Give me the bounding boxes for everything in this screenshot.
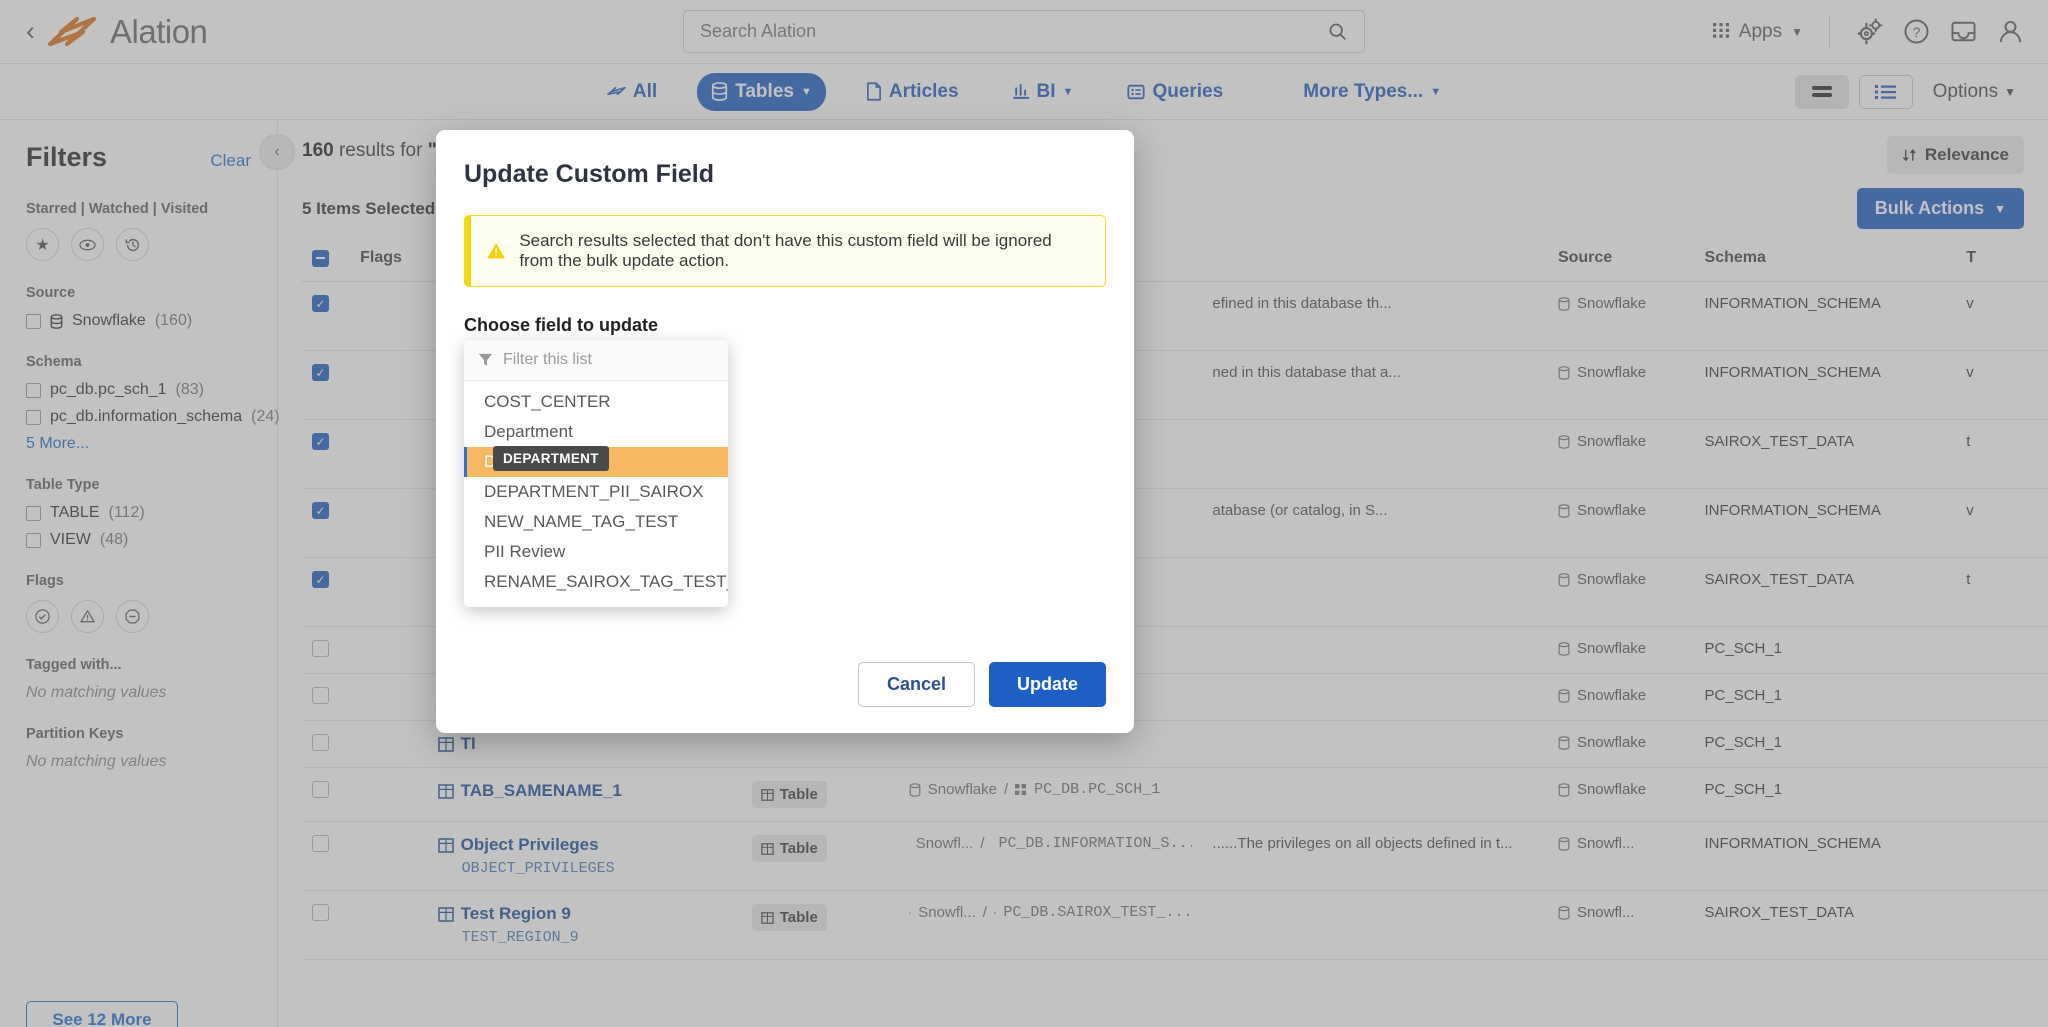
dropdown-filter-input[interactable]: Filter this list [503, 351, 592, 369]
choose-field-label: Choose field to update [464, 315, 659, 335]
modal-footer: Cancel Update [464, 628, 1106, 733]
field-dropdown-list: Filter this list COST_CENTER Department … [464, 340, 728, 607]
modal-warning-banner: Search results selected that don't have … [464, 215, 1106, 287]
dropdown-option-department-pii-sairox[interactable]: DEPARTMENT_PII_SAIROX [464, 477, 728, 507]
warning-triangle-icon [487, 243, 505, 259]
update-custom-field-modal: Update Custom Field Search results selec… [436, 130, 1134, 733]
dropdown-option-department-lower[interactable]: Department [464, 417, 728, 447]
dropdown-option-cost-center[interactable]: COST_CENTER [464, 387, 728, 417]
update-button[interactable]: Update [988, 662, 1106, 707]
dropdown-filter-row[interactable]: Filter this list [464, 340, 728, 381]
cancel-button[interactable]: Cancel [857, 662, 975, 707]
modal-title: Update Custom Field [464, 160, 715, 188]
dropdown-tooltip: DEPARTMENT [493, 446, 609, 471]
app-root: ‹ Alation Search Alation Apps ▼ ? All Ta… [0, 0, 2048, 1027]
dropdown-options: COST_CENTER Department DEPARTMENT DEPART… [464, 381, 728, 607]
dropdown-option-pii-review[interactable]: PII Review [464, 537, 728, 567]
funnel-icon [478, 353, 493, 366]
dropdown-option-rename-sairox-tag-test[interactable]: RENAME_SAIROX_TAG_TEST_21JAN [464, 567, 728, 597]
dropdown-option-new-name-tag-test[interactable]: NEW_NAME_TAG_TEST [464, 507, 728, 537]
modal-warning-text: Search results selected that don't have … [519, 231, 1052, 270]
